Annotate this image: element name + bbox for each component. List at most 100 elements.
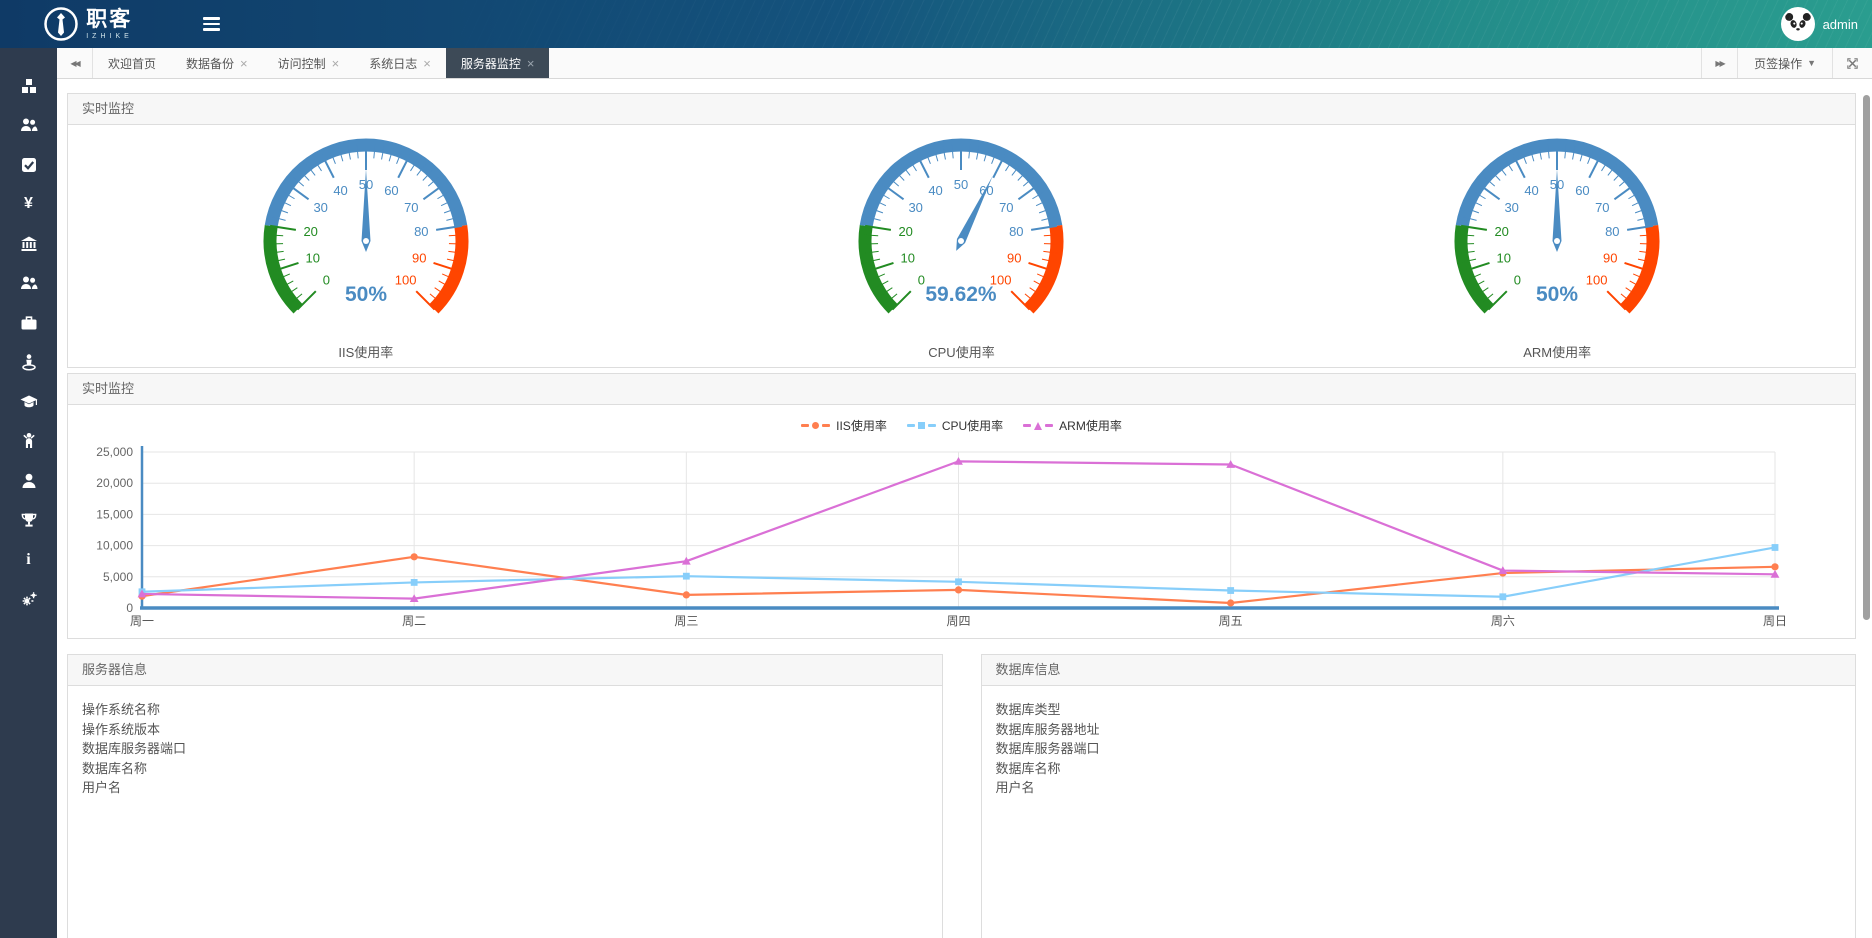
scrollbar-thumb[interactable]: [1863, 95, 1870, 620]
realtime-chart-panel: 实时监控 IIS使用率CPU使用率ARM使用率 05,00010,00015,0…: [67, 373, 1856, 639]
tab-server-monitor[interactable]: 服务器监控 ×: [446, 48, 550, 78]
sidebar-item-street-view[interactable]: [0, 343, 57, 383]
legend-item-ARM使用率[interactable]: ARM使用率: [1023, 417, 1122, 434]
user-icon: [20, 472, 38, 490]
tab-close-icon[interactable]: ×: [527, 57, 535, 70]
logo-subtitle: IZHIKE: [86, 33, 133, 40]
realtime-gauges-panel: 实时监控 010203040506070809010050% IIS使用率 01…: [67, 93, 1856, 368]
svg-text:20,000: 20,000: [96, 476, 133, 490]
trophy-icon: [20, 511, 38, 529]
sidebar-item-user[interactable]: [0, 461, 57, 501]
panel-title: 实时监控: [68, 94, 1855, 125]
svg-text:0: 0: [126, 601, 133, 615]
panel-title: 数据库信息: [982, 655, 1856, 686]
chevron-down-icon: ▼: [1807, 58, 1816, 68]
info-icon: i: [26, 551, 30, 569]
svg-text:30: 30: [313, 200, 327, 215]
gauge-caption: IIS使用率: [338, 342, 393, 361]
tabs-scroll-left-icon[interactable]: ◀◀: [57, 48, 93, 78]
sidebar-item-user-group[interactable]: [0, 106, 57, 146]
user-group-icon: [20, 116, 38, 134]
server-info-panel: 服务器信息 操作系统名称 操作系统版本 数据库服务器端口 数据库名称 用户名: [67, 654, 943, 938]
svg-text:10: 10: [901, 250, 915, 265]
gauge-caption: CPU使用率: [928, 342, 994, 361]
tabs-scroll-right-icon[interactable]: ▶▶: [1701, 48, 1737, 78]
svg-text:周六: 周六: [1491, 614, 1515, 628]
svg-text:20: 20: [303, 224, 317, 239]
fullscreen-icon[interactable]: [1832, 48, 1872, 78]
sidebar-item-info[interactable]: i: [0, 540, 57, 580]
graduation-cap-icon: [20, 393, 38, 411]
avatar[interactable]: [1781, 7, 1815, 41]
tab-actions-dropdown[interactable]: 页签操作 ▼: [1737, 48, 1832, 78]
sidebar-item-yuan[interactable]: ¥: [0, 185, 57, 225]
svg-text:50: 50: [954, 177, 968, 192]
gauge-caption: ARM使用率: [1523, 342, 1591, 361]
svg-text:10: 10: [305, 250, 319, 265]
sidebar-item-trophy[interactable]: [0, 501, 57, 541]
svg-text:80: 80: [1605, 224, 1619, 239]
svg-text:90: 90: [1008, 250, 1022, 265]
list-item: 数据库服务器端口: [996, 739, 1856, 759]
list-item: 操作系统版本: [82, 720, 942, 740]
list-item: 数据库名称: [82, 759, 942, 779]
tab-close-icon[interactable]: ×: [240, 57, 248, 70]
legend-item-CPU使用率[interactable]: CPU使用率: [907, 417, 1003, 434]
panda-avatar-icon: [1783, 9, 1813, 39]
tab-access-control[interactable]: 访问控制 ×: [263, 48, 355, 78]
svg-text:15,000: 15,000: [96, 507, 133, 521]
list-item: 数据库类型: [996, 700, 1856, 720]
sidebar-item-settings[interactable]: [0, 580, 57, 620]
svg-text:100: 100: [395, 273, 417, 288]
app-logo[interactable]: 职客 IZHIKE: [0, 6, 176, 42]
tab-system-log[interactable]: 系统日志 ×: [354, 48, 446, 78]
gauge-row: 010203040506070809010050% IIS使用率 0102030…: [68, 125, 1855, 361]
database-info-panel: 数据库信息 数据库类型 数据库服务器地址 数据库服务器端口 数据库名称 用户名: [981, 654, 1857, 938]
list-item: 用户名: [82, 778, 942, 798]
svg-text:0: 0: [323, 273, 330, 288]
svg-text:60: 60: [384, 183, 398, 198]
tab-label: 服务器监控: [461, 55, 521, 72]
svg-text:25,000: 25,000: [96, 445, 133, 459]
sidebar: ¥ i: [0, 48, 57, 938]
sidebar-item-bank[interactable]: [0, 224, 57, 264]
svg-text:70: 70: [1000, 200, 1014, 215]
chart-legend: IIS使用率 CPU使用率 ARM使用率: [68, 417, 1855, 434]
user-menu[interactable]: admin: [1781, 0, 1858, 48]
tab-home[interactable]: 欢迎首页: [93, 48, 171, 78]
user-group-icon: [20, 274, 38, 292]
svg-text:70: 70: [1595, 200, 1609, 215]
svg-text:100: 100: [1586, 273, 1608, 288]
sidebar-item-cubes[interactable]: [0, 66, 57, 106]
svg-text:90: 90: [412, 250, 426, 265]
svg-text:50%: 50%: [1536, 283, 1578, 306]
tab-data-backup[interactable]: 数据备份 ×: [171, 48, 263, 78]
legend-label: IIS使用率: [836, 417, 887, 434]
panel-title: 实时监控: [68, 374, 1855, 405]
menu-toggle-icon[interactable]: [194, 7, 228, 41]
sidebar-item-user-group-2[interactable]: [0, 264, 57, 304]
tab-close-icon[interactable]: ×: [423, 57, 431, 70]
sidebar-item-check-square[interactable]: [0, 145, 57, 185]
list-item: 数据库服务器地址: [996, 720, 1856, 740]
tab-actions-label: 页签操作: [1754, 55, 1802, 72]
username[interactable]: admin: [1823, 17, 1858, 32]
legend-item-IIS使用率[interactable]: IIS使用率: [801, 417, 887, 434]
svg-text:80: 80: [414, 224, 428, 239]
tab-close-icon[interactable]: ×: [332, 57, 340, 70]
server-info-list: 操作系统名称 操作系统版本 数据库服务器端口 数据库名称 用户名: [68, 686, 942, 798]
svg-text:0: 0: [1514, 273, 1521, 288]
sidebar-item-graduation-cap[interactable]: [0, 382, 57, 422]
svg-text:0: 0: [918, 273, 925, 288]
yuan-icon: ¥: [24, 195, 33, 213]
svg-text:20: 20: [899, 224, 913, 239]
tab-label: 欢迎首页: [108, 55, 156, 72]
sidebar-item-briefcase[interactable]: [0, 303, 57, 343]
gauge-arm: 010203040506070809010050% ARM使用率: [1422, 135, 1692, 361]
svg-text:60: 60: [1575, 183, 1589, 198]
bank-icon: [20, 235, 38, 253]
logo-title: 职客: [86, 9, 133, 30]
svg-text:5,000: 5,000: [103, 570, 133, 584]
sidebar-item-child[interactable]: [0, 422, 57, 462]
circle-marker-icon: [812, 422, 819, 429]
